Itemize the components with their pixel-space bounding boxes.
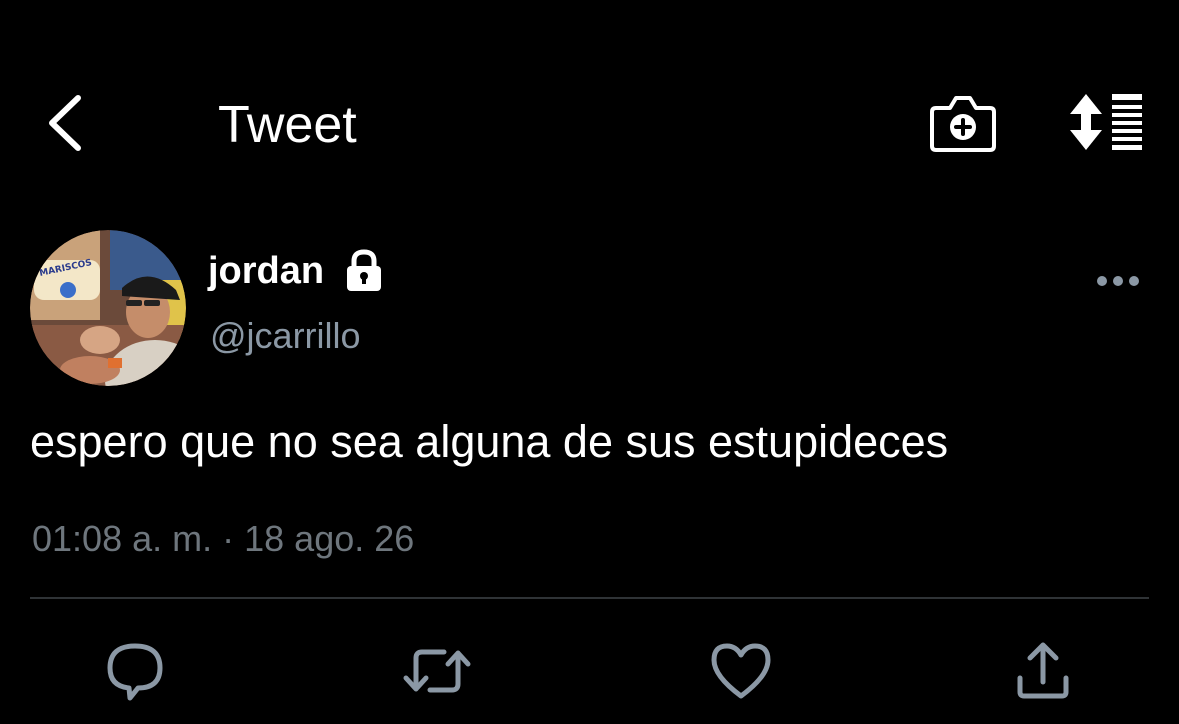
reply-button[interactable] xyxy=(100,636,170,706)
meta-separator: · xyxy=(222,518,235,559)
retweet-button[interactable] xyxy=(402,636,472,706)
tweet-date: 18 ago. 26 xyxy=(244,518,415,559)
reply-icon xyxy=(107,643,163,701)
lock-icon xyxy=(344,249,384,293)
chevron-left-icon xyxy=(49,95,81,151)
avatar[interactable]: MARISCOS xyxy=(30,230,186,386)
divider xyxy=(30,597,1149,599)
author-name-row: jordan xyxy=(208,246,384,296)
more-horizontal-icon xyxy=(1097,276,1139,286)
sort-timeline-icon xyxy=(1070,94,1142,150)
share-button[interactable] xyxy=(1008,636,1078,706)
tweet-timestamp: 01:08 a. m. · 18 ago. 26 xyxy=(32,516,414,562)
tweet-time: 01:08 a. m. xyxy=(32,518,213,559)
camera-plus-icon xyxy=(930,96,996,152)
author-name[interactable]: jordan xyxy=(208,248,324,294)
sort-timeline-button[interactable] xyxy=(1064,92,1148,152)
more-options-button[interactable] xyxy=(1088,266,1148,296)
camera-button[interactable] xyxy=(928,92,998,154)
tweet-text: espero que no sea alguna de sus estupide… xyxy=(30,416,949,467)
avatar-photo: MARISCOS xyxy=(30,230,186,386)
like-button[interactable] xyxy=(706,636,776,706)
share-icon xyxy=(1017,642,1069,699)
retweet-icon xyxy=(403,649,471,693)
heart-icon xyxy=(711,643,771,699)
back-button[interactable] xyxy=(40,88,100,158)
author-handle[interactable]: @jcarrillo xyxy=(210,314,361,358)
page-title: Tweet xyxy=(218,96,357,154)
